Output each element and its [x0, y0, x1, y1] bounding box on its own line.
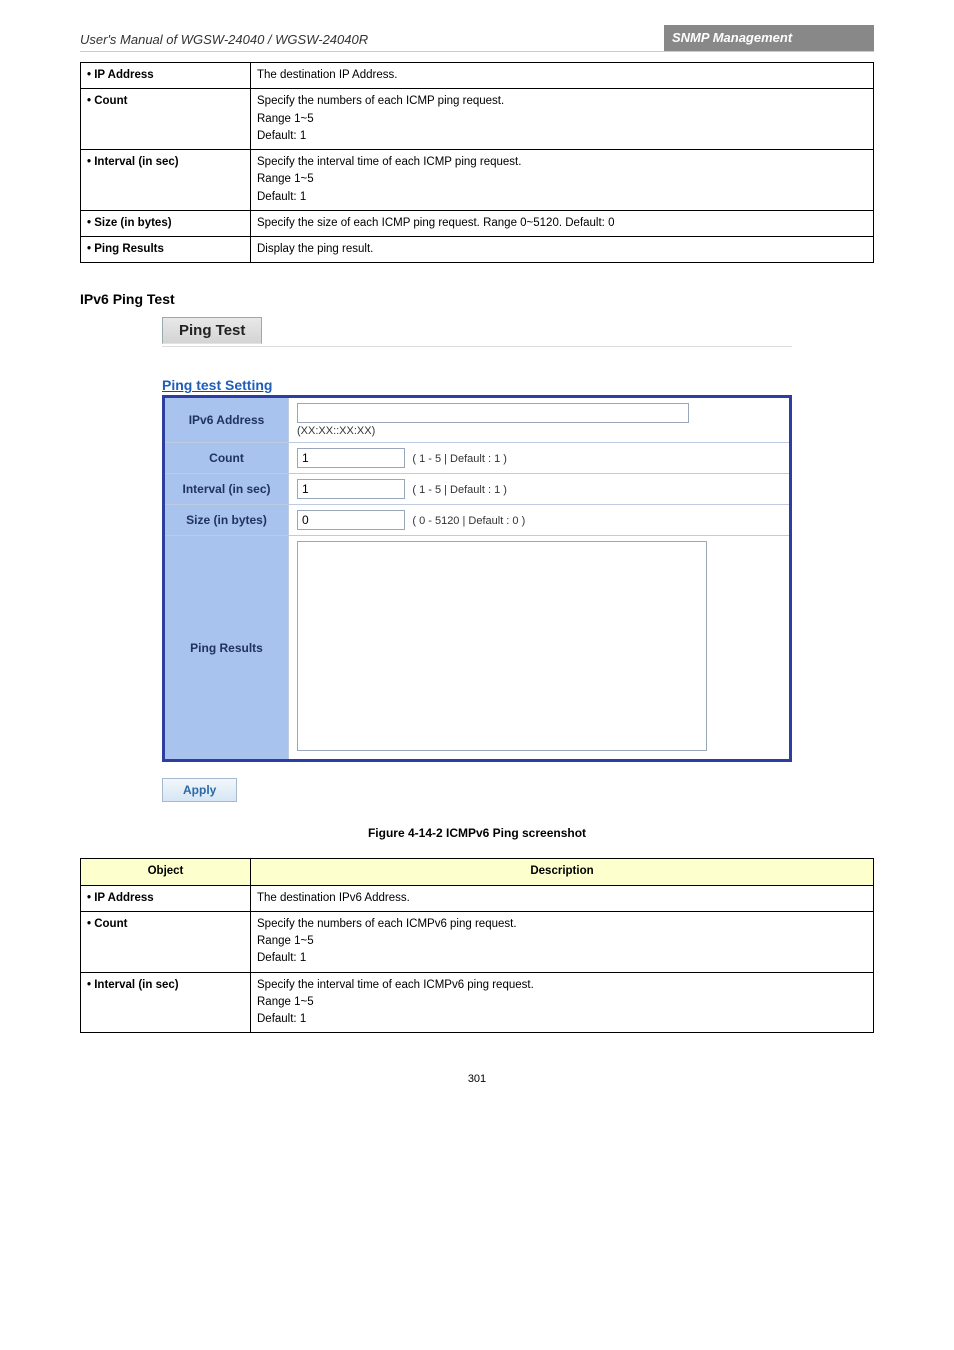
upper-desc: Specify the size of each ICMP ping reque…: [251, 210, 874, 236]
upper-label: • Count: [81, 89, 251, 150]
ping-results-textarea[interactable]: [297, 541, 707, 751]
ping-row-label: Count: [164, 443, 289, 474]
upper-label: • Size (in bytes): [81, 210, 251, 236]
upper-desc: Specify the numbers of each ICMP ping re…: [251, 89, 874, 150]
upper-desc: Specify the interval time of each ICMP p…: [251, 150, 874, 211]
upper-row: • IP AddressThe destination IP Address.: [81, 63, 874, 89]
ping-section-header: Ping test Setting: [162, 377, 792, 393]
ping-results-cell: [289, 536, 791, 761]
upper-param-table: • IP AddressThe destination IP Address.•…: [80, 62, 874, 263]
ping-hint: ( 1 - 5 | Default : 1 ): [412, 484, 507, 496]
upper-row: • CountSpecify the numbers of each ICMP …: [81, 89, 874, 150]
lower-desc: Specify the interval time of each ICMPv6…: [251, 972, 874, 1033]
ping-row-cell: ( 0 - 5120 | Default : 0 ): [289, 505, 791, 536]
upper-desc: The destination IP Address.: [251, 63, 874, 89]
ping-row-cell: ( 1 - 5 | Default : 1 ): [289, 443, 791, 474]
apply-button[interactable]: Apply: [162, 778, 237, 802]
ping-row-cell: (XX:XX::XX:XX): [289, 397, 791, 443]
lower-label: • IP Address: [81, 885, 251, 911]
ping-row-label: Interval (in sec): [164, 474, 289, 505]
figure-caption: Figure 4-14-2 ICMPv6 Ping screenshot: [0, 826, 954, 840]
lower-row: • Interval (in sec)Specify the interval …: [81, 972, 874, 1033]
ping-row: IPv6 Address(XX:XX::XX:XX): [164, 397, 791, 443]
col-description: Description: [251, 859, 874, 885]
ping-input-2[interactable]: [297, 479, 405, 499]
header-right-box: SNMP Management: [664, 25, 874, 51]
ping-row: Interval (in sec) ( 1 - 5 | Default : 1 …: [164, 474, 791, 505]
lower-desc: Specify the numbers of each ICMPv6 ping …: [251, 911, 874, 972]
upper-row: • Interval (in sec)Specify the interval …: [81, 150, 874, 211]
page-header: User's Manual of WGSW-24040 / WGSW-24040…: [80, 30, 874, 52]
lower-def-table: Object Description • IP AddressThe desti…: [80, 858, 874, 1033]
ping-hint: (XX:XX::XX:XX): [297, 425, 375, 437]
upper-desc: Display the ping result.: [251, 237, 874, 263]
upper-label: • Interval (in sec): [81, 150, 251, 211]
ping-input-1[interactable]: [297, 448, 405, 468]
ping-settings-table: IPv6 Address(XX:XX::XX:XX)Count ( 1 - 5 …: [162, 395, 792, 762]
upper-label: • IP Address: [81, 63, 251, 89]
header-right-text: SNMP Management: [664, 25, 800, 50]
col-object: Object: [81, 859, 251, 885]
section-title: IPv6 Ping Test: [80, 291, 874, 307]
upper-row: • Size (in bytes)Specify the size of eac…: [81, 210, 874, 236]
ping-input-3[interactable]: [297, 510, 405, 530]
ping-figure: Ping Test Ping test Setting IPv6 Address…: [162, 317, 792, 802]
lower-label: • Count: [81, 911, 251, 972]
ping-row-label: Size (in bytes): [164, 505, 289, 536]
upper-row: • Ping ResultsDisplay the ping result.: [81, 237, 874, 263]
lower-row: • CountSpecify the numbers of each ICMPv…: [81, 911, 874, 972]
manual-title: User's Manual of WGSW-24040 / WGSW-24040…: [80, 32, 368, 47]
ping-title-bar: Ping Test: [162, 317, 262, 344]
ping-input-0[interactable]: [297, 403, 689, 423]
ping-divider: [162, 346, 792, 347]
ping-results-label: Ping Results: [164, 536, 289, 761]
ping-results-row: Ping Results: [164, 536, 791, 761]
upper-label: • Ping Results: [81, 237, 251, 263]
lower-row: • IP AddressThe destination IPv6 Address…: [81, 885, 874, 911]
ping-row: Count ( 1 - 5 | Default : 1 ): [164, 443, 791, 474]
ping-row-label: IPv6 Address: [164, 397, 289, 443]
ping-hint: ( 0 - 5120 | Default : 0 ): [412, 515, 525, 527]
ping-row: Size (in bytes) ( 0 - 5120 | Default : 0…: [164, 505, 791, 536]
lower-desc: The destination IPv6 Address.: [251, 885, 874, 911]
ping-hint: ( 1 - 5 | Default : 1 ): [412, 453, 507, 465]
page-number: 301: [0, 1073, 954, 1085]
ping-row-cell: ( 1 - 5 | Default : 1 ): [289, 474, 791, 505]
lower-label: • Interval (in sec): [81, 972, 251, 1033]
